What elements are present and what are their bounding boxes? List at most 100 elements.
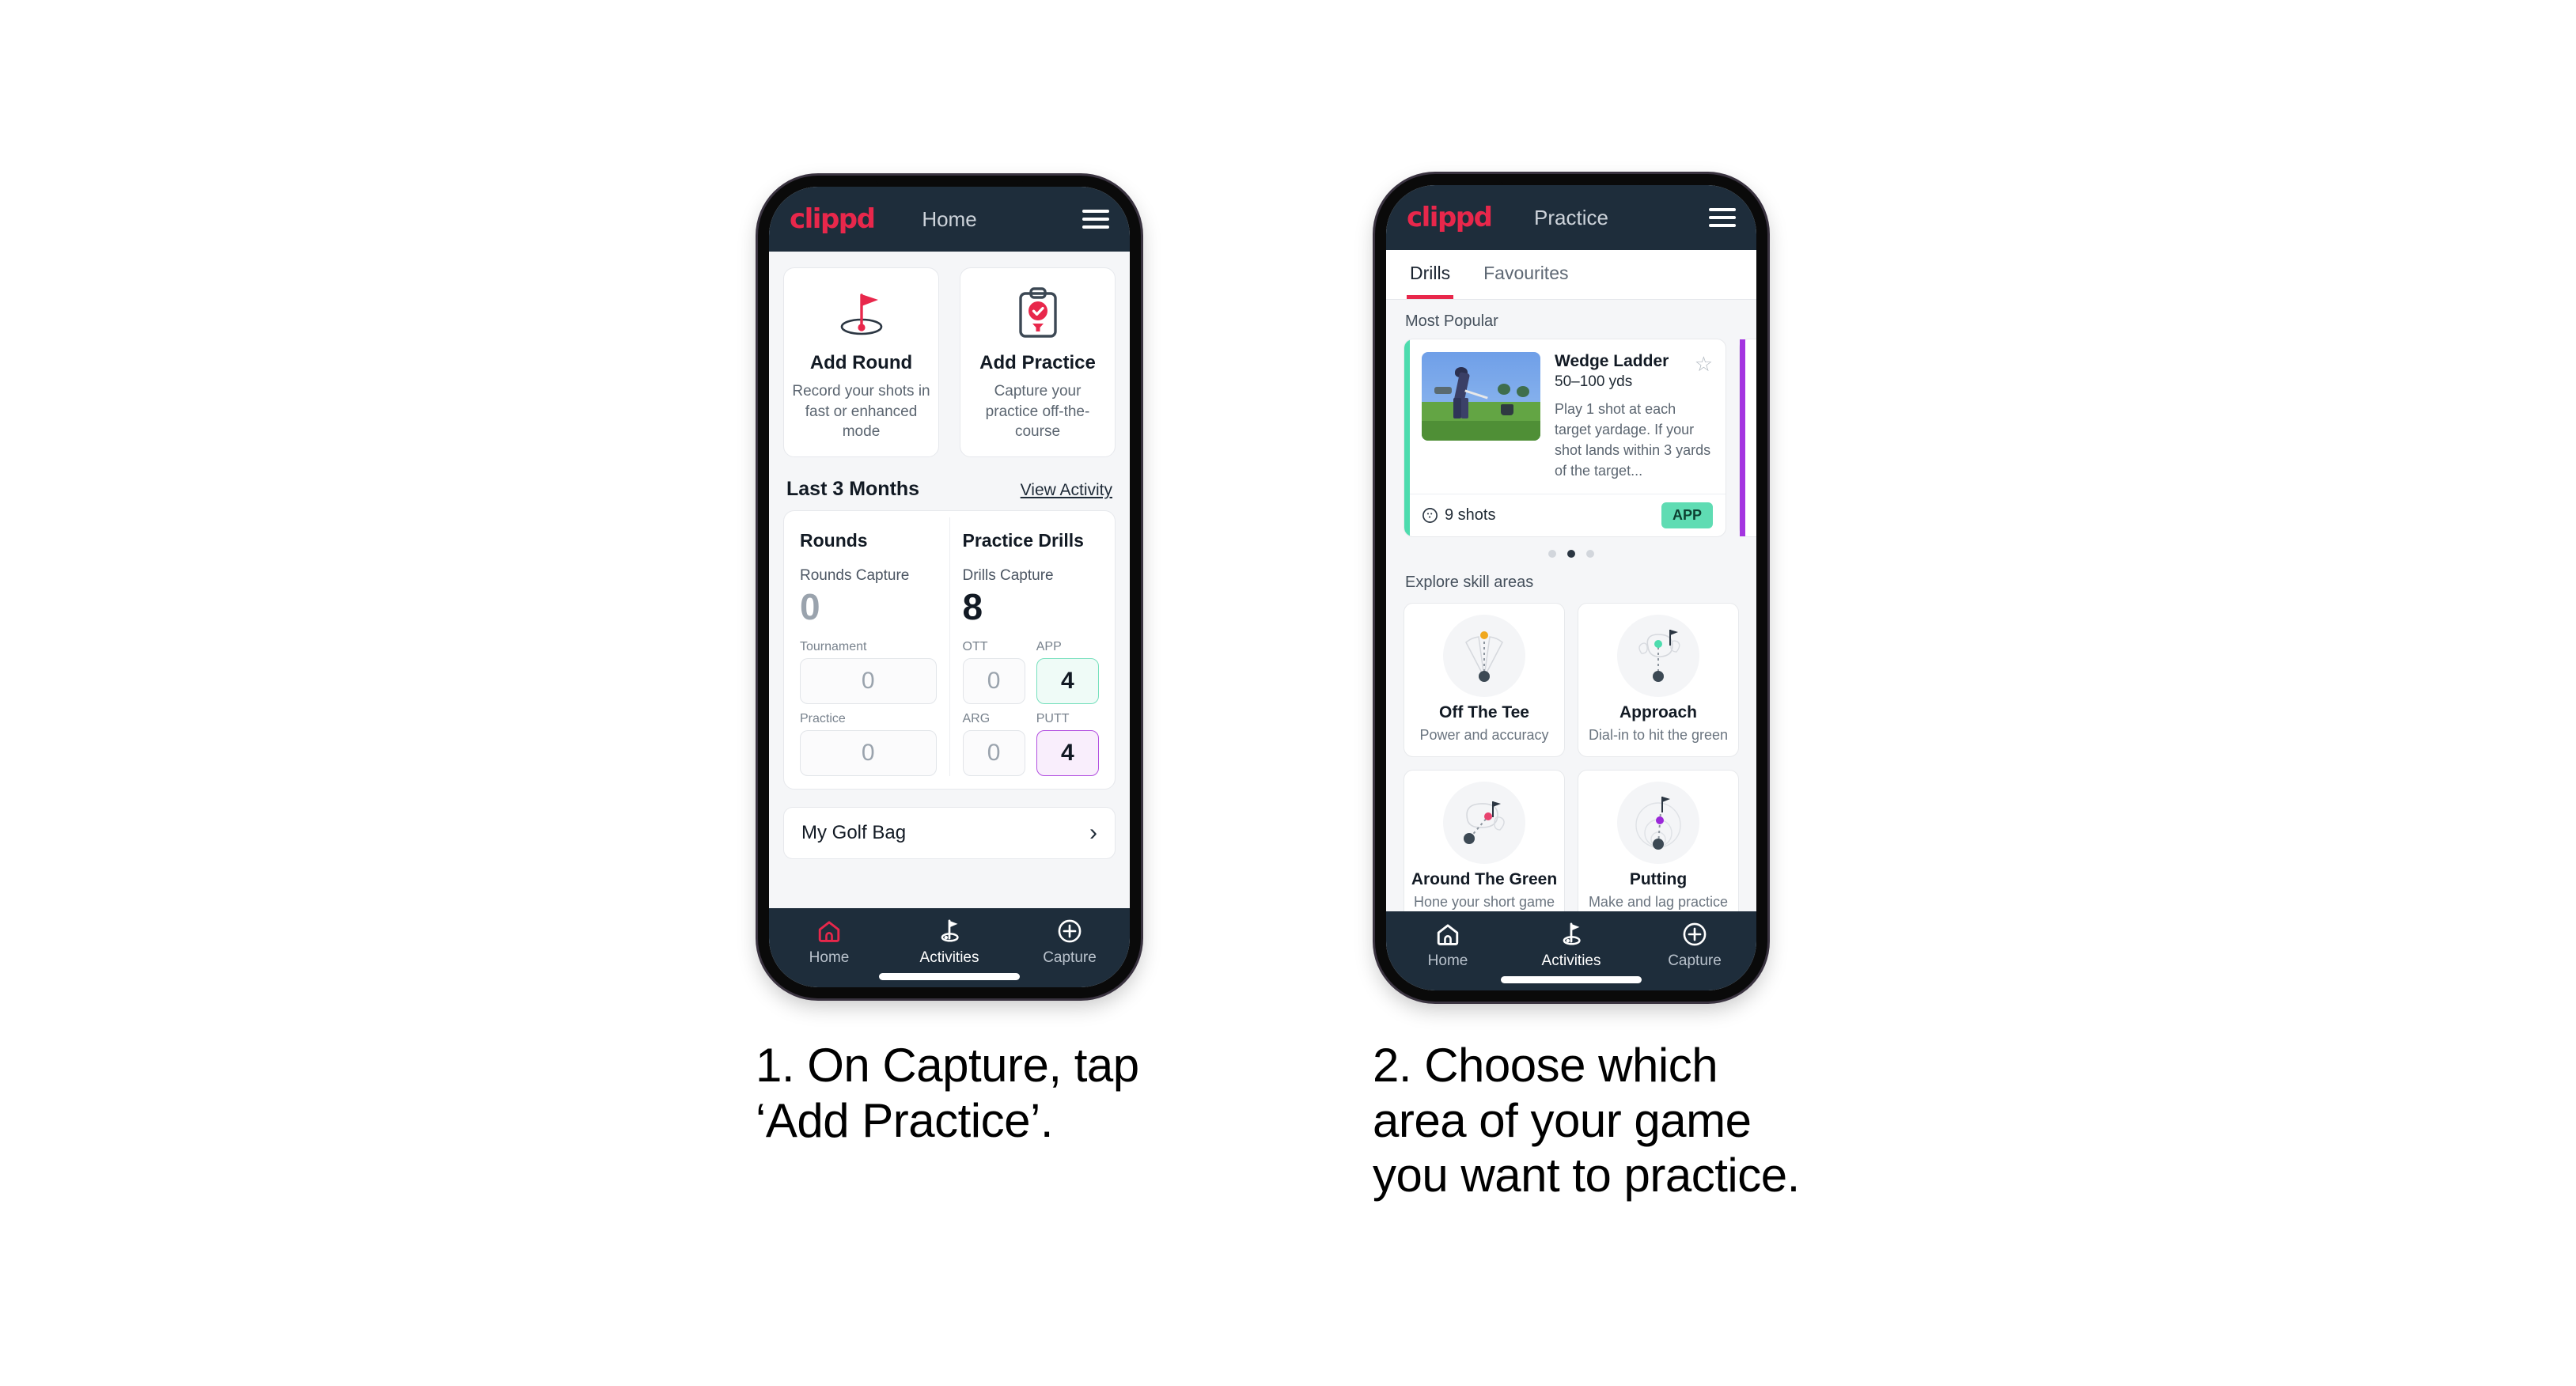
metric-arg: ARG 0 bbox=[962, 712, 1025, 777]
clippd-logo[interactable]: clippd bbox=[790, 203, 876, 235]
rounds-column: Rounds Rounds Capture 0 Tournament 0 Pra… bbox=[787, 517, 949, 777]
metric-value-box[interactable]: 0 bbox=[962, 658, 1025, 705]
practice-tabs: Drills Favourites bbox=[1386, 250, 1756, 300]
skill-card-around-the-green[interactable]: Around The Green Hone your short game bbox=[1404, 770, 1565, 911]
caption-step-1: 1. On Capture, tap ‘Add Practice’. bbox=[756, 1038, 1246, 1148]
drill-title: Wedge Ladder bbox=[1555, 352, 1669, 370]
metric-label: OTT bbox=[962, 640, 988, 654]
phone-mockup-home: clippd Home Add Round Record your shots … bbox=[758, 176, 1141, 998]
card-accent-bar bbox=[1740, 339, 1745, 537]
star-outline-icon[interactable]: ☆ bbox=[1695, 352, 1713, 377]
clippd-logo[interactable]: clippd bbox=[1407, 202, 1493, 233]
explore-skill-areas-label: Explore skill areas bbox=[1405, 574, 1534, 592]
add-practice-card[interactable]: Add Practice Capture your practice off-t… bbox=[960, 267, 1116, 457]
metric-value-box[interactable]: 0 bbox=[962, 730, 1025, 777]
section-title: Last 3 Months bbox=[786, 477, 920, 500]
practice-drills-column: Practice Drills Drills Capture 8 OTT 0 A… bbox=[949, 517, 1112, 777]
skill-subtitle: Power and accuracy bbox=[1419, 727, 1549, 744]
nav-item-home[interactable]: Home bbox=[1386, 921, 1510, 970]
add-round-card[interactable]: Add Round Record your shots in fast or e… bbox=[783, 267, 939, 457]
drill-card-footer: 9 shots APP bbox=[1404, 494, 1726, 536]
chevron-right-icon: › bbox=[1089, 820, 1097, 846]
drill-card-wedge-ladder[interactable]: Wedge Ladder 50–100 yds Play 1 shot at e… bbox=[1404, 339, 1726, 538]
rounds-capture-label: Rounds Capture bbox=[800, 566, 910, 584]
practice-content: Most Popular Wedge Ladder 50–100 yds Pla… bbox=[1386, 300, 1756, 911]
nav-label: Home bbox=[809, 949, 850, 966]
caption-line: 2. Choose which bbox=[1373, 1039, 1718, 1092]
metric-label: Practice bbox=[800, 712, 846, 726]
metric-ott: OTT 0 bbox=[962, 640, 1025, 705]
nav-item-home[interactable]: Home bbox=[769, 918, 889, 967]
carousel-dot[interactable] bbox=[1586, 550, 1594, 559]
nav-item-capture[interactable]: Capture bbox=[1633, 921, 1756, 970]
nav-item-activities[interactable]: Activities bbox=[889, 918, 1010, 967]
home-content: Add Round Record your shots in fast or e… bbox=[769, 252, 1130, 908]
skill-title: Approach bbox=[1619, 703, 1697, 722]
hamburger-icon[interactable] bbox=[1709, 208, 1736, 227]
carousel-dot[interactable] bbox=[1548, 550, 1556, 559]
drill-carousel[interactable]: Wedge Ladder 50–100 yds Play 1 shot at e… bbox=[1386, 339, 1756, 538]
phone-mockup-practice: clippd Practice Drills Favourites Most P… bbox=[1375, 174, 1767, 1002]
most-popular-label: Most Popular bbox=[1405, 312, 1498, 330]
phone-screen-home: clippd Home Add Round Record your shots … bbox=[769, 187, 1130, 987]
skill-subtitle: Hone your short game bbox=[1413, 894, 1555, 911]
carousel-dots bbox=[1386, 537, 1756, 561]
my-golf-bag-row[interactable]: My Golf Bag › bbox=[783, 807, 1116, 860]
nav-item-activities[interactable]: Activities bbox=[1510, 921, 1633, 970]
caption-line: ‘Add Practice’. bbox=[756, 1093, 1054, 1147]
nav-label: Activities bbox=[919, 949, 979, 966]
metric-value-box[interactable]: 4 bbox=[1036, 730, 1099, 777]
card-accent-bar bbox=[1404, 339, 1410, 537]
approach-icon bbox=[1617, 615, 1699, 698]
metric-practice: Practice 0 bbox=[800, 712, 937, 777]
phone-notch bbox=[1496, 174, 1646, 184]
phone-screen-practice: clippd Practice Drills Favourites Most P… bbox=[1386, 185, 1756, 990]
poster-canvas: clippd Home Add Round Record your shots … bbox=[0, 0, 2576, 1386]
skill-title: Putting bbox=[1629, 870, 1688, 889]
metric-label: PUTT bbox=[1036, 712, 1070, 726]
drill-shots: 9 shots bbox=[1422, 506, 1495, 524]
skill-card-approach[interactable]: Approach Dial-in to hit the green bbox=[1578, 603, 1739, 758]
hamburger-icon[interactable] bbox=[1082, 210, 1109, 229]
phone-notch bbox=[874, 176, 1025, 185]
home-indicator bbox=[1501, 976, 1642, 983]
drills-capture-label: Drills Capture bbox=[962, 566, 1054, 584]
nav-label: Capture bbox=[1668, 952, 1722, 969]
plus-circle-icon bbox=[1058, 919, 1082, 943]
add-practice-subtitle: Capture your practice off-the-course bbox=[985, 383, 1090, 441]
golf-ball-icon bbox=[1422, 508, 1438, 524]
drill-meta: Wedge Ladder 50–100 yds Play 1 shot at e… bbox=[1555, 352, 1711, 481]
drill-shots-label: 9 shots bbox=[1445, 506, 1496, 524]
rounds-column-title: Rounds bbox=[800, 529, 868, 551]
skill-card-putting[interactable]: Putting Make and lag practice bbox=[1578, 770, 1739, 911]
metric-value-box[interactable]: 4 bbox=[1036, 658, 1099, 705]
around-the-green-icon bbox=[1443, 782, 1525, 865]
nav-item-capture[interactable]: Capture bbox=[1010, 918, 1130, 967]
bottom-nav-home: Home Activities Capture bbox=[769, 908, 1130, 987]
skill-card-off-the-tee[interactable]: Off The Tee Power and accuracy bbox=[1404, 603, 1565, 758]
metric-label: ARG bbox=[962, 712, 991, 726]
view-activity-link[interactable]: View Activity bbox=[1021, 481, 1112, 500]
carousel-dot-active[interactable] bbox=[1567, 550, 1575, 559]
nav-label: Activities bbox=[1541, 952, 1601, 969]
home-icon bbox=[1437, 924, 1459, 945]
metric-value-box[interactable]: 0 bbox=[800, 658, 937, 705]
drill-card-next-peek[interactable] bbox=[1739, 339, 1756, 538]
caption-line: 1. On Capture, tap bbox=[756, 1039, 1139, 1092]
tab-favourites[interactable]: Favourites bbox=[1480, 250, 1571, 299]
putting-icon bbox=[1617, 782, 1699, 865]
my-golf-bag-label: My Golf Bag bbox=[801, 822, 907, 844]
metric-tournament: Tournament 0 bbox=[800, 640, 937, 705]
drill-card-body: Wedge Ladder 50–100 yds Play 1 shot at e… bbox=[1404, 339, 1726, 494]
skill-subtitle: Dial-in to hit the green bbox=[1588, 727, 1729, 744]
drill-thumbnail bbox=[1422, 352, 1540, 441]
caption-step-2: 2. Choose which area of your game you wa… bbox=[1373, 1038, 1911, 1203]
metric-value-box[interactable]: 0 bbox=[800, 730, 937, 777]
tab-drills[interactable]: Drills bbox=[1407, 250, 1454, 299]
off-the-tee-icon bbox=[1443, 615, 1525, 698]
skill-title: Around The Green bbox=[1411, 870, 1558, 889]
drills-metrics: OTT 0 APP 4 ARG 0 PUTT 4 bbox=[962, 640, 1099, 777]
skill-areas-grid: Off The Tee Power and accuracy Approach … bbox=[1386, 600, 1756, 911]
metric-putt: PUTT 4 bbox=[1036, 712, 1099, 777]
add-round-title: Add Round bbox=[809, 352, 913, 373]
